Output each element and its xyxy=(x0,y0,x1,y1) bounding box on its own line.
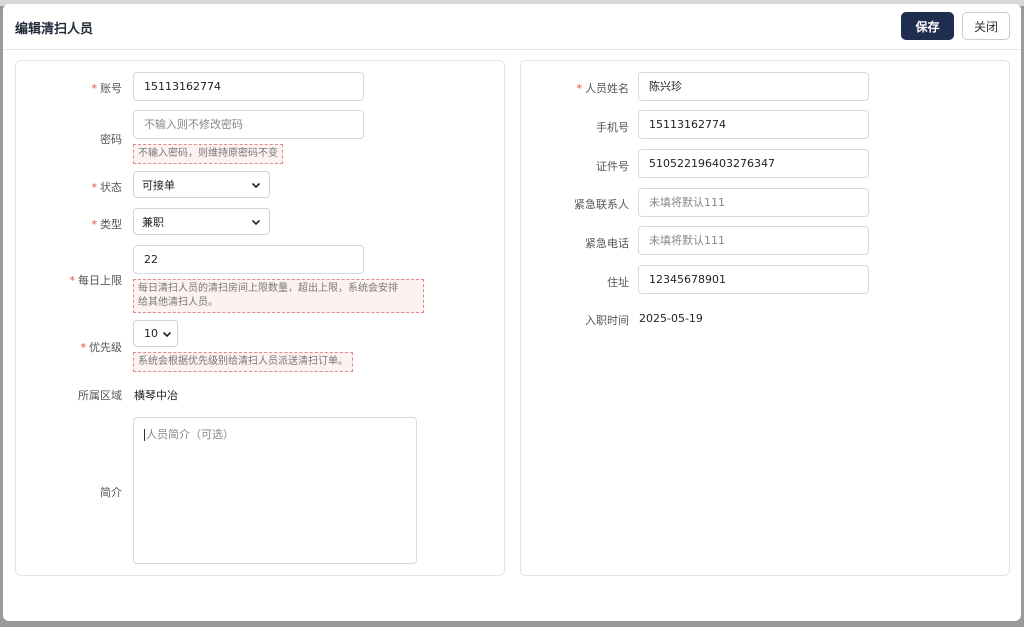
chevron-down-icon xyxy=(251,219,261,225)
address-input[interactable]: 12345678901 xyxy=(638,265,869,294)
daily-limit-label: * 每日上限 xyxy=(69,274,123,287)
emergency-phone-input[interactable]: 未填将默认111 xyxy=(638,226,869,255)
close-button[interactable]: 关闭 xyxy=(962,12,1010,40)
id-number-input[interactable]: 510522196403276347 xyxy=(638,149,869,178)
modal-title: 编辑清扫人员 xyxy=(15,22,94,37)
daily-limit-input[interactable]: 22 xyxy=(133,245,364,274)
chevron-down-icon xyxy=(251,182,261,188)
password-label: 密码 xyxy=(100,133,122,146)
type-select-value: 兼职 xyxy=(142,215,164,229)
phone-label: 手机号 xyxy=(596,121,629,134)
left-form-panel: * 账号 15113162774 密码 不输入则不修改密码 不输入密码，则维持原密… xyxy=(15,60,505,576)
right-form-panel: * 人员姓名 陈兴珍 手机号 15113162774 证件号 5105221964… xyxy=(520,60,1010,576)
priority-label: * 优先级 xyxy=(80,341,123,354)
id-number-label: 证件号 xyxy=(596,160,629,173)
emergency-contact-input[interactable]: 未填将默认111 xyxy=(638,188,869,217)
account-input[interactable]: 15113162774 xyxy=(133,72,364,101)
address-label: 住址 xyxy=(607,276,629,289)
modal-header: 编辑清扫人员 保存 关闭 xyxy=(3,4,1021,50)
status-select-value: 可接单 xyxy=(142,178,175,192)
daily-limit-hint: 每日清扫人员的清扫房间上限数量，超出上限，系统会安排 给其他清扫人员。 xyxy=(133,279,424,313)
priority-select-value: 10 xyxy=(144,327,158,340)
edit-cleaner-modal: 编辑清扫人员 保存 关闭 * 账号 15113162774 密码 不输入则不修改密… xyxy=(3,4,1021,621)
type-select[interactable]: 兼职 xyxy=(133,208,270,235)
type-label: * 类型 xyxy=(91,218,123,231)
intro-textarea[interactable]: 人员简介（可选） xyxy=(133,417,417,564)
hire-date-value: 2025-05-19 xyxy=(639,312,703,325)
password-input[interactable]: 不输入则不修改密码 xyxy=(133,110,364,139)
intro-label: 简介 xyxy=(100,486,122,499)
emergency-phone-label: 紧急电话 xyxy=(585,237,629,250)
priority-select[interactable]: 10 xyxy=(133,320,178,347)
name-input[interactable]: 陈兴珍 xyxy=(638,72,869,101)
account-label: * 账号 xyxy=(91,82,123,95)
hire-date-label: 入职时间 xyxy=(585,314,629,327)
text-caret xyxy=(144,429,145,441)
password-hint: 不输入密码，则维持原密码不变 xyxy=(133,144,283,164)
phone-input[interactable]: 15113162774 xyxy=(638,110,869,139)
name-label: * 人员姓名 xyxy=(576,82,630,95)
status-label: * 状态 xyxy=(91,181,123,194)
emergency-contact-label: 紧急联系人 xyxy=(574,198,629,211)
region-label: 所属区域 xyxy=(78,389,122,402)
chevron-down-icon xyxy=(162,331,172,337)
save-button[interactable]: 保存 xyxy=(901,12,954,40)
priority-hint: 系统会根据优先级别给清扫人员派送清扫订单。 xyxy=(133,352,353,372)
region-value: 横琴中冶 xyxy=(134,389,178,402)
status-select[interactable]: 可接单 xyxy=(133,171,270,198)
